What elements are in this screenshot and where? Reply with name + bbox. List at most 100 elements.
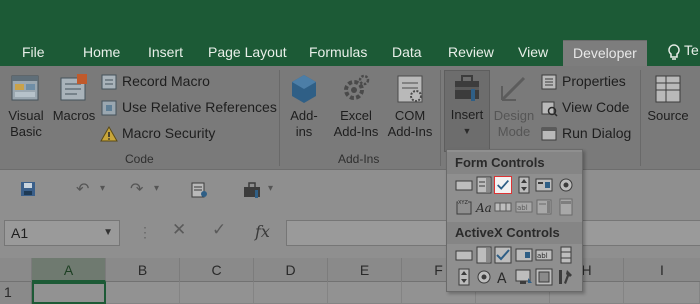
button-control-icon[interactable] [455, 176, 473, 194]
insert-controls-dropdown: Form Controls XYZ Aa abl ActiveX Control… [446, 149, 583, 292]
excel-addins-button[interactable]: Excel Add-Ins [330, 72, 382, 140]
column-header[interactable]: I [624, 258, 700, 282]
properties-label: Properties [562, 73, 626, 89]
design-mode-button[interactable]: Design Mode [492, 72, 536, 140]
name-box[interactable]: A1 ▼ [4, 220, 120, 246]
macros-icon [60, 74, 87, 101]
macro-security-button[interactable]: Macro Security [100, 122, 215, 144]
cell[interactable] [180, 282, 254, 304]
name-box-dropdown-icon[interactable]: ▼ [103, 221, 113, 245]
combo-box-icon[interactable] [475, 176, 493, 194]
addins-button[interactable]: Add-ins [284, 72, 324, 140]
cell[interactable] [106, 282, 180, 304]
row-header[interactable]: 1 [0, 282, 32, 304]
activex-check-box-icon[interactable] [494, 246, 512, 264]
cancel-icon[interactable]: ✕ [172, 220, 186, 240]
lightbulb-icon[interactable] [666, 44, 682, 62]
tab-developer[interactable]: Developer [563, 40, 647, 66]
ribbon-tabs: File Home Insert Page Layout Formulas Da… [0, 40, 700, 66]
activex-toggle-button-icon[interactable] [535, 268, 553, 286]
excel-addins-label: Excel Add-Ins [333, 108, 379, 139]
group-separator [640, 70, 641, 166]
ribbon: Visual Basic Macros Record Macro Use Rel… [0, 66, 700, 170]
record-macro-button[interactable]: Record Macro [100, 70, 210, 92]
list-box-icon[interactable] [535, 176, 553, 194]
group-separator [279, 70, 280, 166]
record-macro-label: Record Macro [122, 73, 210, 89]
activex-scroll-bar-icon[interactable] [557, 246, 575, 264]
source-button[interactable]: Source [644, 72, 692, 124]
combo-drop-down-edit-icon[interactable] [557, 198, 575, 216]
column-header[interactable]: E [328, 258, 402, 282]
tab-review[interactable]: Review [448, 40, 494, 66]
cell[interactable] [254, 282, 328, 304]
tab-formulas[interactable]: Formulas [309, 40, 367, 66]
combo-list-edit-icon[interactable] [535, 198, 553, 216]
undo-dropdown-icon[interactable]: ▾ [100, 183, 105, 194]
tell-me-label[interactable]: Te [684, 42, 699, 58]
save-icon[interactable] [20, 181, 36, 197]
tab-page-layout[interactable]: Page Layout [208, 40, 287, 66]
resize-handle-icon[interactable]: ⋮ [138, 224, 152, 241]
redo-dropdown-icon[interactable]: ▾ [154, 183, 159, 194]
insert-function-button[interactable]: fx [255, 222, 270, 241]
activex-label-icon[interactable]: A [494, 268, 512, 286]
activex-combo-box-icon[interactable] [475, 246, 493, 264]
use-relative-references-button[interactable]: Use Relative References [100, 96, 277, 118]
activex-image-icon[interactable] [515, 268, 533, 286]
undo-icon[interactable]: ↶ [76, 179, 89, 199]
column-header[interactable]: D [254, 258, 328, 282]
properties-button[interactable]: Properties [540, 70, 626, 92]
formula-bar: A1 ▼ ⋮ ✕ ✓ fx [0, 218, 700, 248]
cell[interactable] [328, 282, 402, 304]
enter-icon[interactable]: ✓ [212, 220, 226, 240]
group-box-icon[interactable]: XYZ [455, 198, 473, 216]
quick-access-toolbar: ↶ ▾ ↷ ▾ ▾ [0, 171, 700, 209]
spin-button-icon[interactable] [515, 176, 533, 194]
svg-text:abl: abl [537, 252, 548, 260]
tab-home[interactable]: Home [83, 40, 120, 66]
run-dialog-button[interactable]: Run Dialog [540, 122, 631, 144]
redo-icon[interactable]: ↷ [130, 179, 143, 199]
view-code-label: View Code [562, 99, 630, 115]
activex-text-box-icon[interactable]: abl [535, 246, 553, 264]
dropdown-arrow-icon: ▼ [462, 126, 472, 136]
visual-basic-button[interactable]: Visual Basic [4, 72, 48, 140]
insert-label: Insert [450, 107, 484, 122]
record-macro-icon [101, 74, 117, 90]
cell[interactable] [624, 282, 700, 304]
tab-file[interactable]: File [22, 40, 45, 66]
macros-button[interactable]: Macros [50, 72, 98, 124]
toolbox-icon[interactable] [242, 181, 262, 199]
label-control-icon[interactable]: Aa [475, 198, 493, 216]
column-header[interactable]: A [32, 258, 106, 282]
activex-list-box-icon[interactable] [515, 246, 533, 264]
com-addins-button[interactable]: COM Add-Ins [384, 72, 436, 140]
select-all-corner[interactable] [0, 258, 32, 282]
tab-insert[interactable]: Insert [148, 40, 183, 66]
insert-controls-button[interactable]: Insert ▼ [444, 70, 490, 152]
tab-data[interactable]: Data [392, 40, 422, 66]
option-button-icon[interactable] [557, 176, 575, 194]
table-row: 1 [0, 282, 700, 304]
activex-option-button-icon[interactable] [475, 268, 493, 286]
addins-label: Add-ins [290, 108, 318, 139]
more-controls-icon[interactable] [557, 268, 575, 286]
check-box-icon[interactable] [494, 176, 512, 194]
activex-spin-button-icon[interactable] [455, 268, 473, 286]
scroll-bar-icon[interactable] [494, 198, 512, 216]
view-code-button[interactable]: View Code [540, 96, 629, 118]
column-header[interactable]: C [180, 258, 254, 282]
run-dialog-icon [541, 127, 557, 141]
text-field-icon[interactable]: abl [515, 198, 533, 216]
source-icon [655, 75, 681, 103]
customize-dropdown-icon[interactable]: ▾ [268, 183, 273, 194]
cell-a1[interactable] [32, 282, 106, 304]
svg-text:abl: abl [517, 204, 528, 212]
run-dialog-label: Run Dialog [562, 125, 632, 141]
com-addins-icon [397, 75, 423, 103]
command-button-icon[interactable] [455, 246, 473, 264]
form-icon[interactable] [190, 181, 208, 199]
tab-view[interactable]: View [518, 40, 548, 66]
column-header[interactable]: B [106, 258, 180, 282]
